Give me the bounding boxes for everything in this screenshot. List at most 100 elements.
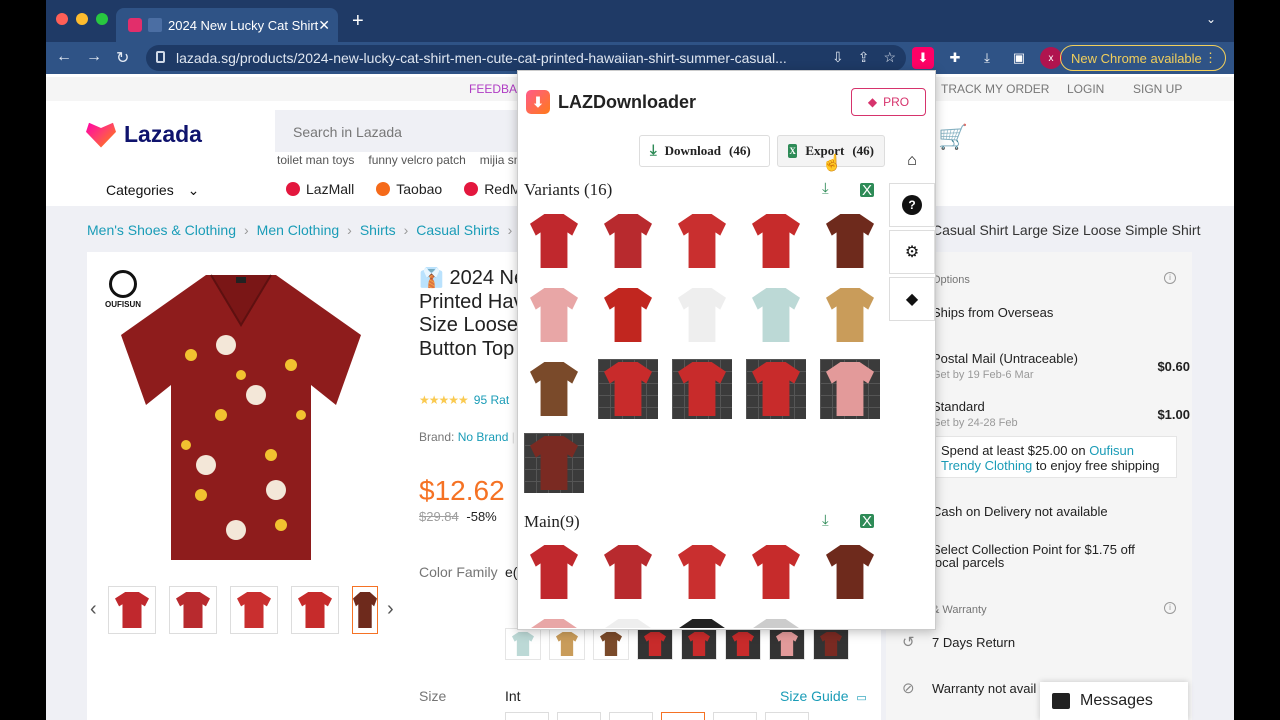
browser-tab[interactable]: 2024 New Lucky Cat Shirt ✕ xyxy=(116,8,338,42)
export-variants-icon[interactable]: X xyxy=(860,182,874,199)
image-thumbnail[interactable] xyxy=(598,359,658,419)
color-swatch[interactable] xyxy=(637,628,673,660)
image-thumbnail[interactable] xyxy=(746,211,806,271)
size-option[interactable] xyxy=(505,712,549,720)
download-variants-icon[interactable]: ⤓ xyxy=(822,180,829,197)
product-thumbnail[interactable] xyxy=(352,586,378,634)
profile-avatar[interactable]: x xyxy=(1040,47,1062,69)
breadcrumb-item[interactable]: Men's Shoes & Clothing xyxy=(87,222,236,238)
new-chrome-available-button[interactable]: New Chrome available ⋮ xyxy=(1060,45,1226,71)
downloads-icon[interactable]: ⤓ xyxy=(976,47,998,69)
info-icon[interactable]: i xyxy=(1164,272,1176,284)
address-bar[interactable]: lazada.sg/products/2024-new-lucky-cat-sh… xyxy=(146,45,906,71)
product-rating[interactable]: ★★★★★ 95 Rat xyxy=(419,393,509,407)
color-swatch[interactable] xyxy=(813,628,849,660)
color-swatch[interactable] xyxy=(549,628,585,660)
brand-link[interactable]: No Brand xyxy=(458,430,509,444)
image-thumbnail[interactable] xyxy=(746,542,806,602)
settings-button[interactable]: ⚙ xyxy=(889,230,935,274)
reload-icon[interactable]: ↻ xyxy=(116,48,129,68)
image-thumbnail[interactable] xyxy=(524,616,584,628)
lazdownloader-extension-icon[interactable]: ⬇ xyxy=(912,47,934,69)
new-tab-button[interactable]: + xyxy=(352,10,364,33)
maximize-window-button[interactable] xyxy=(96,13,108,25)
login-link[interactable]: LOGIN xyxy=(1067,82,1104,96)
product-main-image[interactable] xyxy=(111,265,371,565)
tab-search-chevron-icon[interactable]: ⌄ xyxy=(1206,12,1216,26)
image-thumbnail[interactable] xyxy=(820,542,880,602)
image-thumbnail[interactable] xyxy=(672,616,732,628)
size-option[interactable] xyxy=(557,712,601,720)
size-option[interactable] xyxy=(765,712,809,720)
signup-link[interactable]: SIGN UP xyxy=(1133,82,1182,96)
product-thumbnail[interactable] xyxy=(108,586,156,634)
download-all-button[interactable]: ⤓ Download (46) xyxy=(639,135,770,167)
back-icon[interactable]: ← xyxy=(56,48,72,66)
size-options xyxy=(505,712,809,720)
download-main-icon[interactable]: ⤓ xyxy=(822,512,829,529)
product-thumbnail[interactable] xyxy=(230,586,278,634)
color-swatch[interactable] xyxy=(769,628,805,660)
size-guide-link[interactable]: Size Guide ▭ xyxy=(780,688,867,704)
color-swatch[interactable] xyxy=(593,628,629,660)
product-thumbnail[interactable] xyxy=(169,586,217,634)
color-swatch[interactable] xyxy=(725,628,761,660)
product-thumbnail[interactable] xyxy=(291,586,339,634)
thumbs-next-icon[interactable]: › xyxy=(387,598,394,621)
premium-button[interactable]: ◆ xyxy=(889,277,935,321)
image-thumbnail[interactable] xyxy=(524,359,584,419)
size-option[interactable] xyxy=(661,712,705,720)
image-thumbnail[interactable] xyxy=(524,433,584,493)
color-swatch[interactable] xyxy=(681,628,717,660)
image-thumbnail[interactable] xyxy=(524,542,584,602)
image-thumbnail[interactable] xyxy=(524,211,584,271)
search-hint[interactable]: funny velcro patch xyxy=(368,153,465,167)
taobao-link[interactable]: Taobao xyxy=(376,181,442,197)
info-icon[interactable]: i xyxy=(1164,602,1176,614)
breadcrumb-item[interactable]: Casual Shirts xyxy=(416,222,499,238)
search-hint[interactable]: toilet man toys xyxy=(277,153,354,167)
menu-dots-icon[interactable]: ⋮ xyxy=(1204,50,1217,66)
image-thumbnail[interactable] xyxy=(598,616,658,628)
image-thumbnail[interactable] xyxy=(672,285,732,345)
image-thumbnail[interactable] xyxy=(672,359,732,419)
close-tab-icon[interactable]: ✕ xyxy=(318,17,330,34)
lazmall-link[interactable]: LazMall xyxy=(286,181,354,197)
image-thumbnail[interactable] xyxy=(746,616,806,628)
breadcrumb-item[interactable]: Shirts xyxy=(360,222,396,238)
image-thumbnail[interactable] xyxy=(746,359,806,419)
image-thumbnail[interactable] xyxy=(672,211,732,271)
cart-icon[interactable]: 🛒 xyxy=(938,123,968,151)
image-thumbnail[interactable] xyxy=(746,285,806,345)
extensions-puzzle-icon[interactable]: ✚ xyxy=(944,47,966,69)
share-icon[interactable]: ⇪ xyxy=(858,49,870,66)
image-thumbnail[interactable] xyxy=(598,285,658,345)
lazada-logo[interactable]: Lazada xyxy=(86,121,202,148)
image-thumbnail[interactable] xyxy=(820,285,880,345)
image-thumbnail[interactable] xyxy=(672,542,732,602)
export-main-icon[interactable]: X xyxy=(860,513,874,530)
install-app-icon[interactable]: ⇩ xyxy=(832,49,844,66)
ratings-count: 95 Rat xyxy=(473,393,510,407)
thumbs-prev-icon[interactable]: ‹ xyxy=(90,598,97,621)
home-button[interactable]: ⌂ xyxy=(889,139,935,183)
pro-button[interactable]: ◆ PRO xyxy=(851,88,926,116)
color-swatch[interactable] xyxy=(505,628,541,660)
close-window-button[interactable] xyxy=(56,13,68,25)
track-order-link[interactable]: TRACK MY ORDER xyxy=(941,82,1049,96)
forward-icon[interactable]: → xyxy=(86,48,102,66)
breadcrumb-item[interactable]: Men Clothing xyxy=(257,222,340,238)
help-button[interactable]: ? xyxy=(889,183,935,227)
categories-dropdown[interactable]: Categories ⌄ xyxy=(106,182,199,199)
bookmark-star-icon[interactable]: ☆ xyxy=(883,49,896,66)
size-option[interactable] xyxy=(713,712,757,720)
image-thumbnail[interactable] xyxy=(598,542,658,602)
messages-button[interactable]: Messages xyxy=(1040,682,1188,720)
minimize-window-button[interactable] xyxy=(76,13,88,25)
side-panel-icon[interactable]: ▣ xyxy=(1008,47,1030,69)
image-thumbnail[interactable] xyxy=(820,211,880,271)
image-thumbnail[interactable] xyxy=(598,211,658,271)
image-thumbnail[interactable] xyxy=(820,359,880,419)
image-thumbnail[interactable] xyxy=(524,285,584,345)
size-option[interactable] xyxy=(609,712,653,720)
